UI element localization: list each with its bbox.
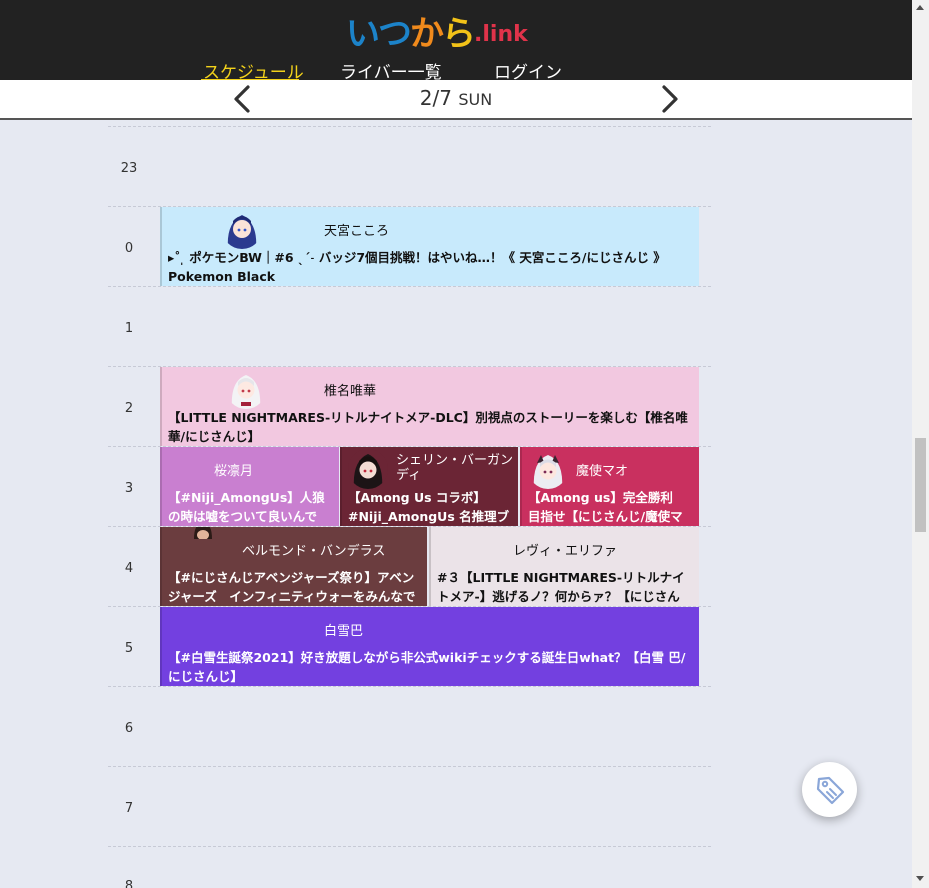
logo-char: つ [378,13,412,54]
stream-title: 【#Niji_AmongUs】人狼の時は嘘をついて良いんです!? [168,490,325,524]
liver-name: 白雪巴 [324,624,364,639]
tag-filter-button[interactable] [802,762,857,817]
avatar [222,209,262,249]
hour-label: 5 [124,641,134,656]
logo-suffix: .link [474,21,528,47]
stream-title: #３【LITTLE NIGHTMARES-リトルナイトメア-】逃げるノ？何からァ… [437,570,685,604]
avatar [234,607,252,611]
stream-title: ▸˚ ̩ ポケモンBW｜#6 ˎˊ˗ バッジ7個目挑戦！はやいね…！《 天宮ここ… [168,250,666,284]
stream-title: 【LITTLE NIGHTMARES-リトルナイトメア-DLC】別視点のストーリ… [168,410,688,444]
weekday: SUN [458,90,493,109]
liver-name: 天宮こころ [324,224,390,239]
scroll-thumb[interactable] [915,438,926,532]
scroll-up-arrow-icon[interactable] [916,5,924,10]
stream-title: 【#にじさんじアベンジャーズ祭り】アベンジャーズ インフィニティウォーをみんなで… [168,570,416,604]
event-card[interactable]: 桜凛月 【#Niji_AmongUs】人狼の時は嘘をついて良いんです!? [160,447,339,526]
liver-name: 魔使マオ [576,464,629,479]
avatar [226,369,266,409]
avatar [528,449,568,489]
hour-label: 3 [124,481,134,496]
hour-divider [108,766,711,767]
hour-label: 0 [124,241,134,256]
site-header: いつから .link スケジュール ライバー一覧 ログイン [0,0,912,83]
hour-label: 4 [124,561,134,576]
schedule-timeline: 22 23 0 1 2 3 4 5 6 7 8 天宮こころ ▸˚ ̩ ポケモンB… [0,0,912,888]
logo-char: ら [442,13,476,54]
avatar [186,527,220,539]
hour-divider [108,286,711,287]
stream-title: 【Among Us コラボ】#Niji_AmongUs 名推理ブチ [348,490,510,524]
hour-label: 23 [120,161,138,176]
next-day-button[interactable] [655,84,685,114]
hour-divider [108,126,711,127]
event-card[interactable]: レヴィ・エリファ #３【LITTLE NIGHTMARES-リトルナイトメア-】… [429,527,699,606]
event-card[interactable]: 椎名唯華 【LITTLE NIGHTMARES-リトルナイトメア-DLC】別視点… [160,367,699,446]
liver-name: レヴィ・エリファ [513,544,618,559]
hour-label: 1 [124,321,134,336]
chevron-right-icon [662,85,678,113]
liver-name: 椎名唯華 [324,384,377,399]
hour-label: 6 [124,721,134,736]
stream-title: 【#白雪生誕祭2021】好き放題しながら非公式wikiチェックする誕生日what… [168,650,686,684]
date-value: 2/7 [419,86,452,110]
logo-text: いつから [346,6,476,55]
hour-label: 2 [124,401,134,416]
date-bar: 2/7 SUN [0,80,912,120]
liver-name: 桜凛月 [214,464,254,479]
main-nav: スケジュール ライバー一覧 ログイン [0,58,912,83]
event-card[interactable]: 天宮こころ ▸˚ ̩ ポケモンBW｜#6 ˎˊ˗ バッジ7個目挑戦！はやいね…！… [160,207,699,286]
logo-char: い [346,13,380,54]
avatar [348,449,388,489]
page-scrollbar[interactable] [912,0,929,888]
scroll-down-arrow-icon[interactable] [916,876,924,881]
liver-name: ベルモンド・バンデラス [242,544,386,559]
liver-name: シェリン・バーガンディ [396,453,514,483]
hour-divider [108,846,711,847]
hour-label: 8 [124,879,134,888]
logo-char: か [410,13,444,54]
hour-label: 7 [124,801,134,816]
tag-icon [816,776,844,804]
hour-divider [108,686,711,687]
event-card[interactable]: 白雪巴 【#白雪生誕祭2021】好き放題しながら非公式wikiチェックする誕生日… [160,607,699,686]
event-card[interactable]: シェリン・バーガンディ 【Among Us コラボ】#Niji_AmongUs … [340,447,518,526]
stream-title: 【Among us】完全勝利 目指せ【にじさんじ/魔使マオ】 [528,490,685,524]
event-card[interactable]: 魔使マオ 【Among us】完全勝利 目指せ【にじさんじ/魔使マオ】 [520,447,699,526]
event-card[interactable]: ベルモンド・バンデラス 【#にじさんじアベンジャーズ祭り】アベンジャーズ インフ… [160,527,427,606]
site-logo[interactable]: いつから .link [346,10,528,54]
current-date: 2/7 SUN [0,86,912,110]
